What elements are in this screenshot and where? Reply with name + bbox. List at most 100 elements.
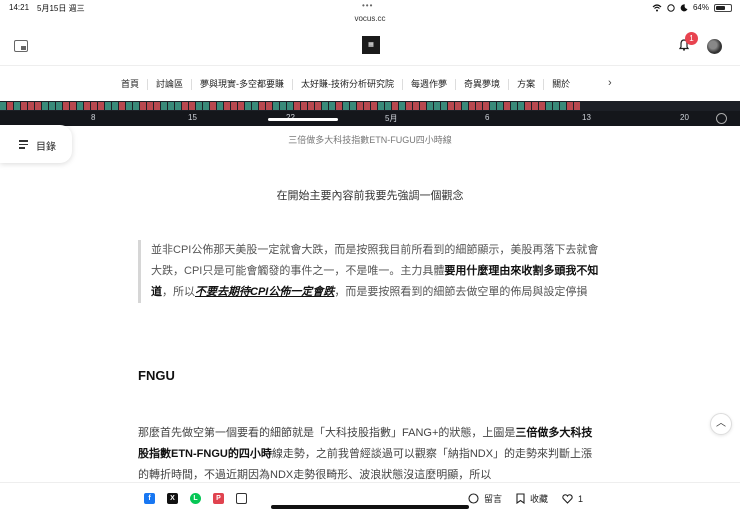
- site-logo[interactable]: ▦: [362, 36, 380, 54]
- status-bar: 14:21 5月15日 週三 ••• 64%: [0, 0, 740, 14]
- nav-item[interactable]: 太好賺-技術分析研究院: [293, 78, 404, 90]
- candle: [686, 102, 692, 110]
- nav-item[interactable]: 每週作夢: [403, 78, 457, 90]
- target-icon[interactable]: [716, 113, 727, 124]
- multitask-dots[interactable]: •••: [362, 1, 373, 10]
- candle: [483, 102, 489, 110]
- candle: [644, 102, 650, 110]
- candle: [189, 102, 195, 110]
- comment-icon: [468, 493, 479, 504]
- nav-item[interactable]: 奇異夢境: [456, 78, 510, 90]
- candle: [301, 102, 307, 110]
- candle: [490, 102, 496, 110]
- axis-tick: 5月: [385, 114, 398, 123]
- share-group: f X L P: [144, 493, 247, 504]
- axis-tick: 13: [582, 113, 591, 122]
- candle: [224, 102, 230, 110]
- candle: [623, 102, 629, 110]
- candle: [28, 102, 34, 110]
- candle: [175, 102, 181, 110]
- axis-tick: 15: [188, 113, 197, 122]
- candle: [70, 102, 76, 110]
- candle: [343, 102, 349, 110]
- candle: [609, 102, 615, 110]
- candle: [84, 102, 90, 110]
- candle: [406, 102, 412, 110]
- candle: [336, 102, 342, 110]
- candle: [203, 102, 209, 110]
- nav-next-icon[interactable]: ›: [608, 77, 612, 89]
- candle: [231, 102, 237, 110]
- candle: [259, 102, 265, 110]
- candle: [574, 102, 580, 110]
- candle: [266, 102, 272, 110]
- candle: [462, 102, 468, 110]
- nav-item[interactable]: 關於: [544, 79, 578, 90]
- candle: [504, 102, 510, 110]
- nav-item[interactable]: 討論區: [148, 78, 193, 90]
- scroll-top-button[interactable]: ︿: [710, 413, 732, 435]
- facebook-icon[interactable]: f: [144, 493, 155, 504]
- candle: [35, 102, 41, 110]
- address-bar[interactable]: vocus.cc: [0, 14, 740, 23]
- candle: [651, 102, 657, 110]
- candle: [721, 102, 727, 110]
- nav-item[interactable]: 夢與現實-多空都要賺: [192, 78, 294, 90]
- plurk-icon[interactable]: P: [213, 493, 224, 504]
- candle: [434, 102, 440, 110]
- candle: [161, 102, 167, 110]
- sidebar-toggle-icon[interactable]: [14, 40, 28, 52]
- candle: [7, 102, 13, 110]
- image-caption: 三倍做多大科技指數ETN-FUGU四小時線: [288, 135, 452, 145]
- candle: [581, 102, 587, 110]
- site-header: ▦ 1: [0, 28, 740, 66]
- candle: [21, 102, 27, 110]
- x-icon[interactable]: X: [167, 493, 178, 504]
- candle: [420, 102, 426, 110]
- toc-button[interactable]: 目錄: [0, 125, 72, 163]
- nav-item[interactable]: 方案: [509, 78, 545, 90]
- nav-item[interactable]: 首頁: [113, 78, 149, 90]
- candle: [238, 102, 244, 110]
- comment-button[interactable]: 留言: [468, 492, 502, 505]
- candle: [455, 102, 461, 110]
- candle: [497, 102, 503, 110]
- candle: [539, 102, 545, 110]
- heart-icon: [562, 493, 573, 504]
- candle: [147, 102, 153, 110]
- notification-badge: 1: [685, 32, 698, 45]
- line-icon[interactable]: L: [190, 493, 201, 504]
- candle: [560, 102, 566, 110]
- candle: [0, 102, 6, 110]
- like-button[interactable]: 1: [562, 494, 583, 504]
- candle: [315, 102, 321, 110]
- candle: [567, 102, 573, 110]
- article-lead: 在開始主要內容前我要先強調一個觀念: [276, 190, 464, 202]
- candle: [385, 102, 391, 110]
- blockquote: 並非CPI公佈那天美股一定就會大跌，而是按照我目前所看到的細節顯示，美股再落下去…: [138, 240, 600, 303]
- candle: [329, 102, 335, 110]
- candle: [511, 102, 517, 110]
- candle: [217, 102, 223, 110]
- chart-image-axis: 8 15 22 29 5月 6 13 20: [0, 111, 740, 126]
- bookmark-button[interactable]: 收藏: [516, 492, 548, 505]
- drag-handle[interactable]: [268, 118, 338, 121]
- candle: [658, 102, 664, 110]
- candle: [105, 102, 111, 110]
- home-indicator[interactable]: [271, 505, 469, 509]
- candle: [469, 102, 475, 110]
- candle: [154, 102, 160, 110]
- publication-nav: 首頁 討論區 夢與現實-多空都要賺 太好賺-技術分析研究院 每週作夢 奇異夢境 方案 關於 ›: [0, 72, 740, 96]
- bookmark-label: 收藏: [530, 494, 549, 504]
- avatar[interactable]: [707, 39, 722, 54]
- candle: [693, 102, 699, 110]
- candle: [448, 102, 454, 110]
- candle: [553, 102, 559, 110]
- copy-link-icon[interactable]: [236, 493, 247, 504]
- candle: [707, 102, 713, 110]
- chart-image-candles: [0, 101, 740, 111]
- candle: [126, 102, 132, 110]
- candle: [476, 102, 482, 110]
- candle: [672, 102, 678, 110]
- candle: [364, 102, 370, 110]
